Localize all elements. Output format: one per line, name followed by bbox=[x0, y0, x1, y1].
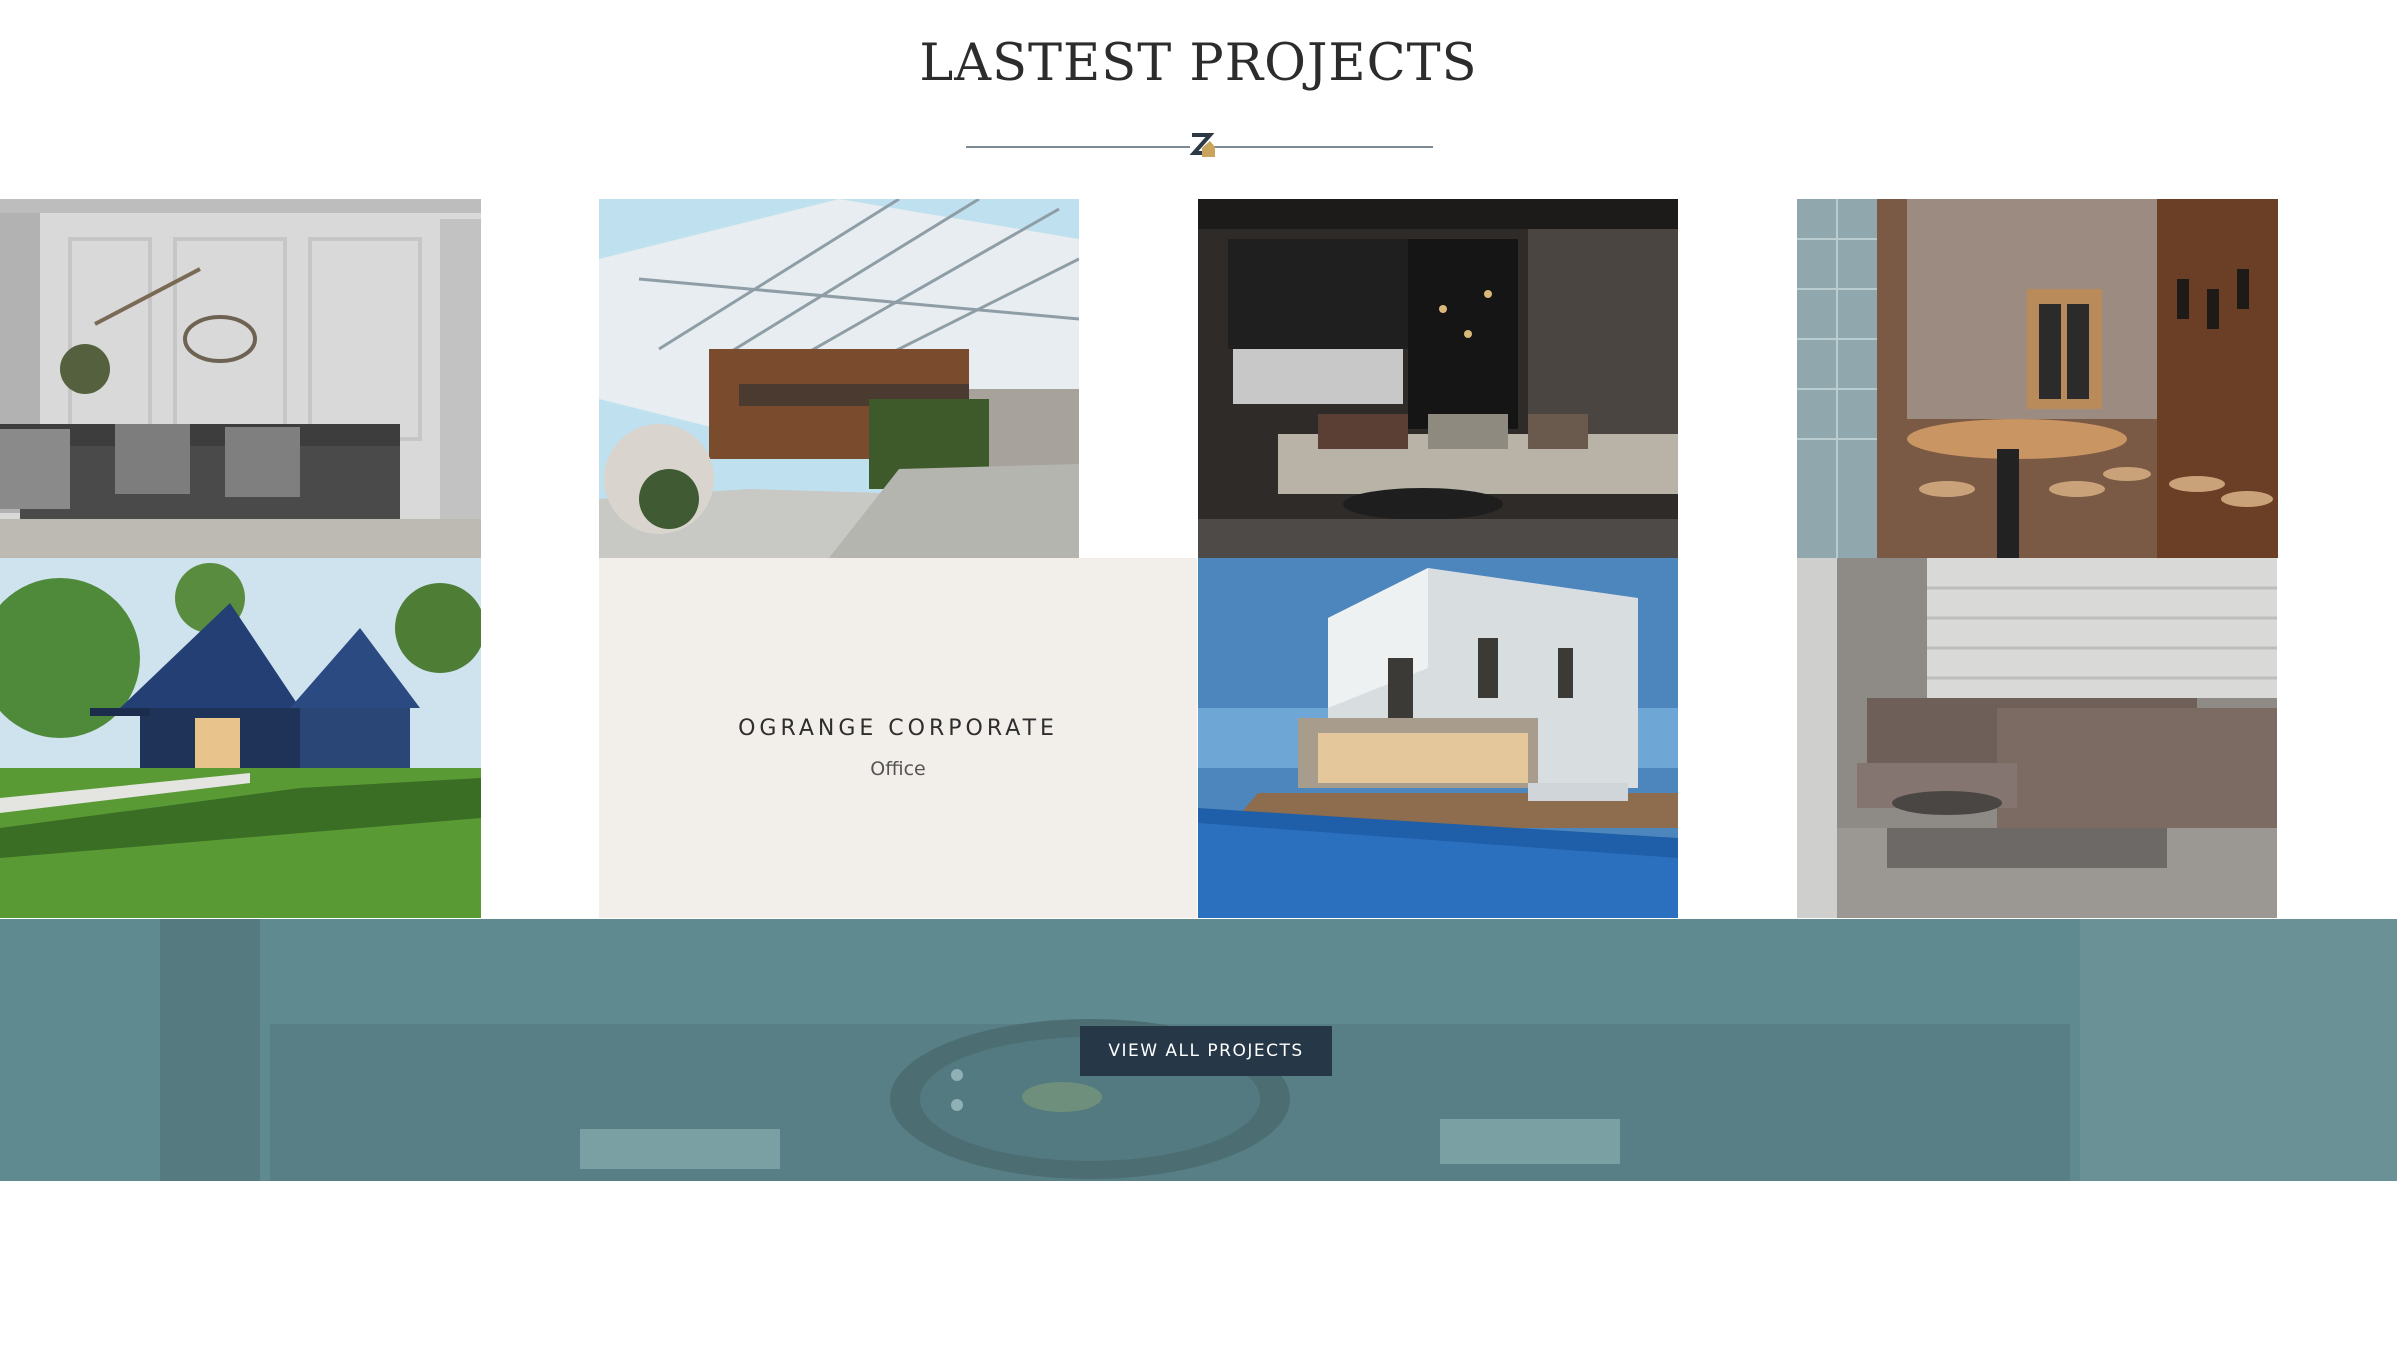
featured-project-card[interactable]: OGRANGE CORPORATE Office bbox=[599, 558, 1197, 918]
project-name[interactable]: OGRANGE CORPORATE bbox=[599, 716, 1197, 741]
project-image-modern-house[interactable] bbox=[0, 558, 481, 918]
project-image-office-building[interactable] bbox=[599, 199, 1079, 558]
z-logo-icon bbox=[1188, 130, 1216, 160]
project-image-lounge[interactable] bbox=[1797, 558, 2277, 918]
project-image-living-room-dark[interactable] bbox=[1198, 199, 1678, 558]
view-all-projects-button[interactable]: VIEW ALL PROJECTS bbox=[1080, 1026, 1332, 1076]
section-title: LASTEST PROJECTS bbox=[919, 34, 1478, 93]
title-divider-right bbox=[1210, 146, 1433, 148]
project-category: Office bbox=[870, 758, 926, 780]
project-image-pool-villa[interactable] bbox=[1198, 558, 1678, 918]
title-divider-left bbox=[966, 146, 1190, 148]
project-image-kitchen[interactable] bbox=[0, 199, 481, 558]
project-image-restaurant[interactable] bbox=[1797, 199, 2278, 558]
